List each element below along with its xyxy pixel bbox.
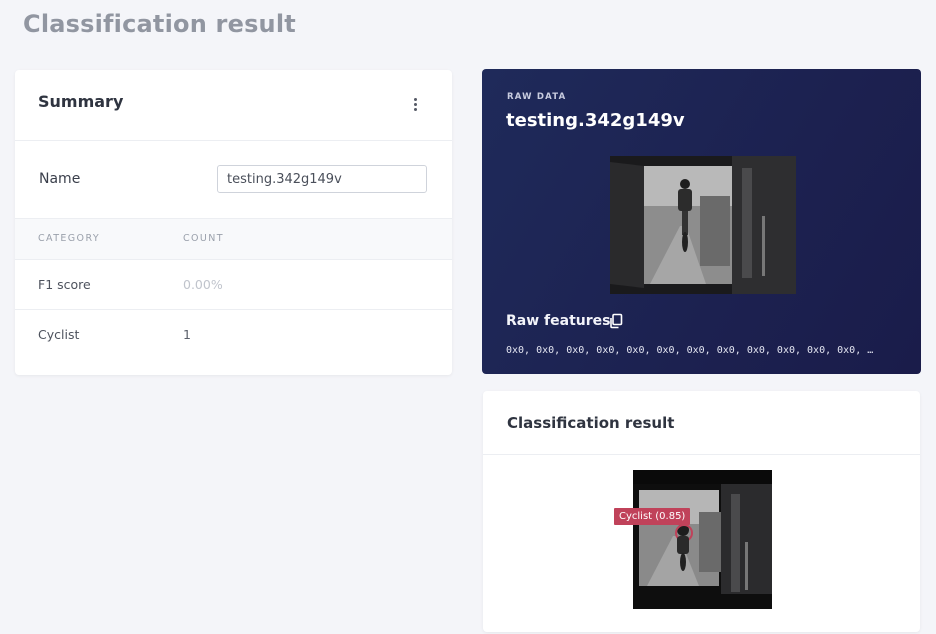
row-count: 1 — [183, 327, 191, 342]
name-row: Name — [15, 141, 452, 219]
summary-header: Summary — [15, 70, 452, 141]
kebab-menu-icon[interactable] — [414, 98, 418, 112]
name-input[interactable] — [217, 165, 427, 193]
column-header-count: COUNT — [183, 233, 224, 244]
raw-features-label: Raw features — [506, 313, 611, 329]
summary-card: Summary Name CATEGORY COUNT F1 score 0.0… — [15, 70, 452, 375]
raw-data-image — [610, 156, 796, 294]
table-row: Cyclist 1 — [15, 310, 452, 359]
result-title: Classification result — [507, 414, 675, 432]
name-label: Name — [39, 171, 81, 187]
row-category: F1 score — [38, 277, 91, 292]
copy-icon[interactable] — [608, 313, 624, 329]
row-count: 0.00% — [183, 277, 223, 292]
raw-data-name: testing.342g149v — [506, 110, 685, 131]
prediction-badge: Cyclist (0.85) — [614, 508, 691, 525]
table-header: CATEGORY COUNT — [15, 219, 452, 260]
result-header: Classification result — [483, 391, 920, 455]
raw-data-kicker: RAW DATA — [507, 92, 567, 102]
classification-result-card: Classification result Cyclist (0.85) — [483, 391, 920, 632]
summary-title: Summary — [38, 92, 124, 111]
result-image — [633, 470, 772, 609]
row-category: Cyclist — [38, 327, 80, 342]
column-header-category: CATEGORY — [38, 233, 101, 244]
table-row: F1 score 0.00% — [15, 260, 452, 310]
raw-features-values: 0x0, 0x0, 0x0, 0x0, 0x0, 0x0, 0x0, 0x0, … — [506, 345, 874, 356]
page-title: Classification result — [23, 10, 296, 38]
raw-data-card: RAW DATA testing.342g149v Raw features 0… — [482, 69, 921, 374]
